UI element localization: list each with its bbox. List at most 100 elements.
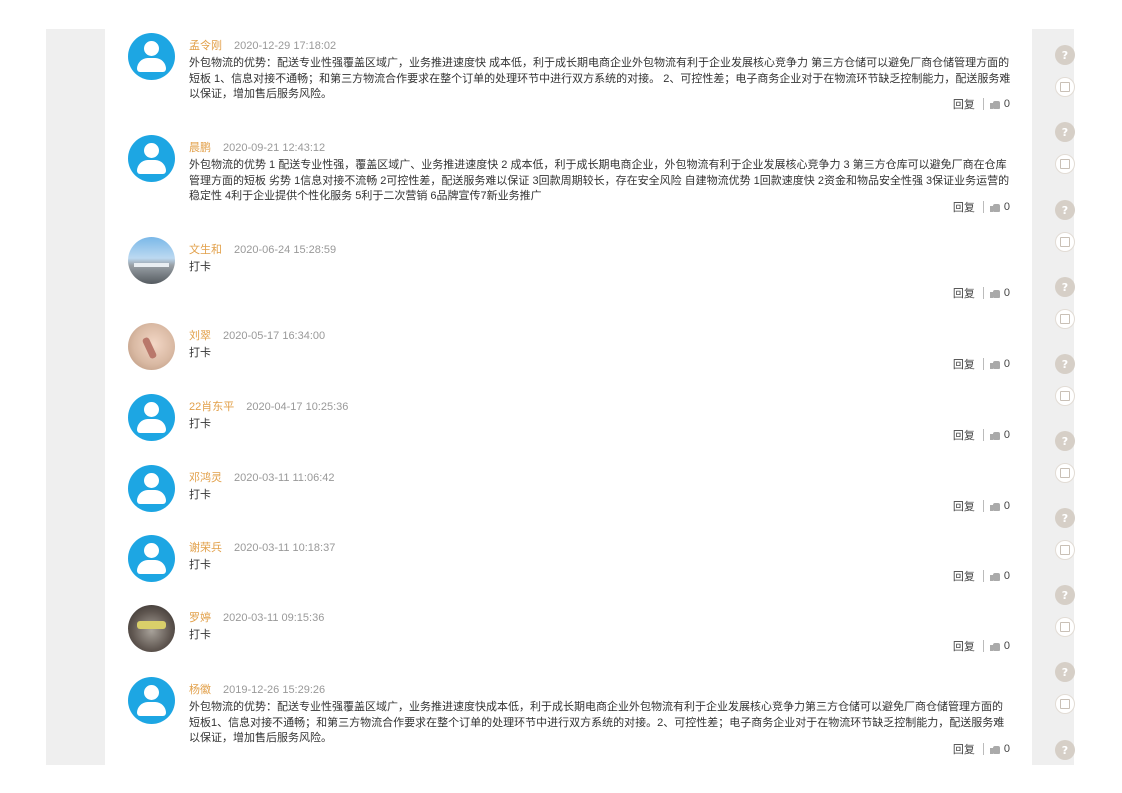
comment-actions: 回复 0 xyxy=(953,96,1010,112)
thumbs-up-icon[interactable] xyxy=(989,99,1000,109)
comment-content: 打卡 xyxy=(189,418,211,430)
avatar[interactable] xyxy=(128,33,175,80)
help-icon[interactable] xyxy=(1055,354,1075,374)
reply-button[interactable]: 回复 xyxy=(953,356,975,372)
avatar-photo[interactable] xyxy=(128,323,175,370)
help-icon[interactable] xyxy=(1055,740,1075,760)
help-icon[interactable] xyxy=(1055,431,1075,451)
comment-content: 外包物流的优势：配送专业性强覆盖区域广，业务推进速度快 成本低，利于成长期电商企… xyxy=(189,57,1011,100)
print-icon[interactable] xyxy=(1055,154,1075,174)
comment-actions: 回复 0 xyxy=(953,498,1010,514)
print-icon[interactable] xyxy=(1055,386,1075,406)
comment-actions: 回复 0 xyxy=(953,199,1010,215)
comment-author[interactable]: 刘翠 xyxy=(189,330,211,342)
action-divider xyxy=(982,358,984,370)
action-divider xyxy=(982,98,984,110)
help-icon[interactable] xyxy=(1055,508,1075,528)
comment-content: 外包物流的优势 1 配送专业性强，覆盖区域广、业务推进速度快 2 成本低，利于成… xyxy=(189,159,1010,202)
like-count: 0 xyxy=(1003,358,1010,370)
comment-content: 打卡 xyxy=(189,347,211,359)
like-count: 0 xyxy=(1003,640,1010,652)
comment-actions: 回复 0 xyxy=(953,356,1010,372)
avatar-photo[interactable] xyxy=(128,237,175,284)
comment-time: 2020-03-11 11:06:42 xyxy=(234,472,335,484)
comment-time: 2020-04-17 10:25:36 xyxy=(246,401,349,413)
comment-content: 打卡 xyxy=(189,629,211,641)
avatar[interactable] xyxy=(128,135,175,182)
like-count: 0 xyxy=(1003,98,1010,110)
print-icon[interactable] xyxy=(1055,617,1075,637)
thumbs-up-icon[interactable] xyxy=(989,430,1000,440)
comment-meta: 谢荣兵 2020-03-11 10:18:37 xyxy=(189,539,335,555)
comment-author[interactable]: 孟令刚 xyxy=(189,40,222,52)
comment-meta: 孟令刚 2020-12-29 17:18:02 xyxy=(189,37,336,53)
reply-button[interactable]: 回复 xyxy=(953,741,975,757)
comment-author[interactable]: 杨徽 xyxy=(189,684,211,696)
print-icon[interactable] xyxy=(1055,463,1075,483)
print-icon[interactable] xyxy=(1055,232,1075,252)
action-divider xyxy=(982,429,984,441)
avatar-photo[interactable] xyxy=(128,605,175,652)
avatar[interactable] xyxy=(128,677,175,724)
comment-content: 打卡 xyxy=(189,489,211,501)
action-divider xyxy=(982,500,984,512)
like-count: 0 xyxy=(1003,429,1010,441)
reply-button[interactable]: 回复 xyxy=(953,96,975,112)
help-icon[interactable] xyxy=(1055,200,1075,220)
comment-meta: 晨鹏 2020-09-21 12:43:12 xyxy=(189,139,325,155)
avatar[interactable] xyxy=(128,394,175,441)
help-icon[interactable] xyxy=(1055,122,1075,142)
reply-button[interactable]: 回复 xyxy=(953,427,975,443)
thumbs-up-icon[interactable] xyxy=(989,359,1000,369)
comment-actions: 回复 0 xyxy=(953,427,1010,443)
thumbs-up-icon[interactable] xyxy=(989,641,1000,651)
print-icon[interactable] xyxy=(1055,77,1075,97)
thumbs-up-icon[interactable] xyxy=(989,501,1000,511)
comment-author[interactable]: 邓鸿灵 xyxy=(189,472,222,484)
thumbs-up-icon[interactable] xyxy=(989,744,1000,754)
thumbs-up-icon[interactable] xyxy=(989,202,1000,212)
comment-author[interactable]: 晨鹏 xyxy=(189,142,211,154)
help-icon[interactable] xyxy=(1055,662,1075,682)
print-icon[interactable] xyxy=(1055,694,1075,714)
comment-content: 打卡 xyxy=(189,261,211,273)
action-divider xyxy=(982,287,984,299)
like-count: 0 xyxy=(1003,500,1010,512)
thumbs-up-icon[interactable] xyxy=(989,571,1000,581)
avatar[interactable] xyxy=(128,465,175,512)
comment-author[interactable]: 文生和 xyxy=(189,244,222,256)
like-count: 0 xyxy=(1003,287,1010,299)
reply-button[interactable]: 回复 xyxy=(953,498,975,514)
comment-author[interactable]: 22肖东平 xyxy=(189,401,234,413)
comment-actions: 回复 0 xyxy=(953,638,1010,654)
comment-time: 2020-03-11 10:18:37 xyxy=(234,542,336,554)
comment-author[interactable]: 罗婷 xyxy=(189,612,211,624)
comment-time: 2019-12-26 15:29:26 xyxy=(223,684,326,696)
comment-author[interactable]: 谢荣兵 xyxy=(189,542,222,554)
comment-meta: 22肖东平 2020-04-17 10:25:36 xyxy=(189,398,348,414)
avatar[interactable] xyxy=(128,535,175,582)
print-icon[interactable] xyxy=(1055,540,1075,560)
like-count: 0 xyxy=(1003,743,1010,755)
help-icon[interactable] xyxy=(1055,45,1075,65)
reply-button[interactable]: 回复 xyxy=(953,568,975,584)
help-icon[interactable] xyxy=(1055,277,1075,297)
like-count: 0 xyxy=(1003,201,1010,213)
comment-meta: 文生和 2020-06-24 15:28:59 xyxy=(189,241,336,257)
comment-meta: 罗婷 2020-03-11 09:15:36 xyxy=(189,609,324,625)
comment-content: 外包物流的优势：配送专业性强覆盖区域广，业务推进速度快成本低，利于成长期电商企业… xyxy=(189,701,1005,744)
reply-button[interactable]: 回复 xyxy=(953,285,975,301)
comment-actions: 回复 0 xyxy=(953,741,1010,757)
action-divider xyxy=(982,640,984,652)
comment-actions: 回复 0 xyxy=(953,285,1010,301)
print-icon[interactable] xyxy=(1055,309,1075,329)
action-divider xyxy=(982,201,984,213)
reply-button[interactable]: 回复 xyxy=(953,199,975,215)
comment-time: 2020-03-11 09:15:36 xyxy=(223,612,325,624)
thumbs-up-icon[interactable] xyxy=(989,288,1000,298)
comment-time: 2020-05-17 16:34:00 xyxy=(223,330,326,342)
action-divider xyxy=(982,743,984,755)
comment-meta: 刘翠 2020-05-17 16:34:00 xyxy=(189,327,325,343)
help-icon[interactable] xyxy=(1055,585,1075,605)
reply-button[interactable]: 回复 xyxy=(953,638,975,654)
